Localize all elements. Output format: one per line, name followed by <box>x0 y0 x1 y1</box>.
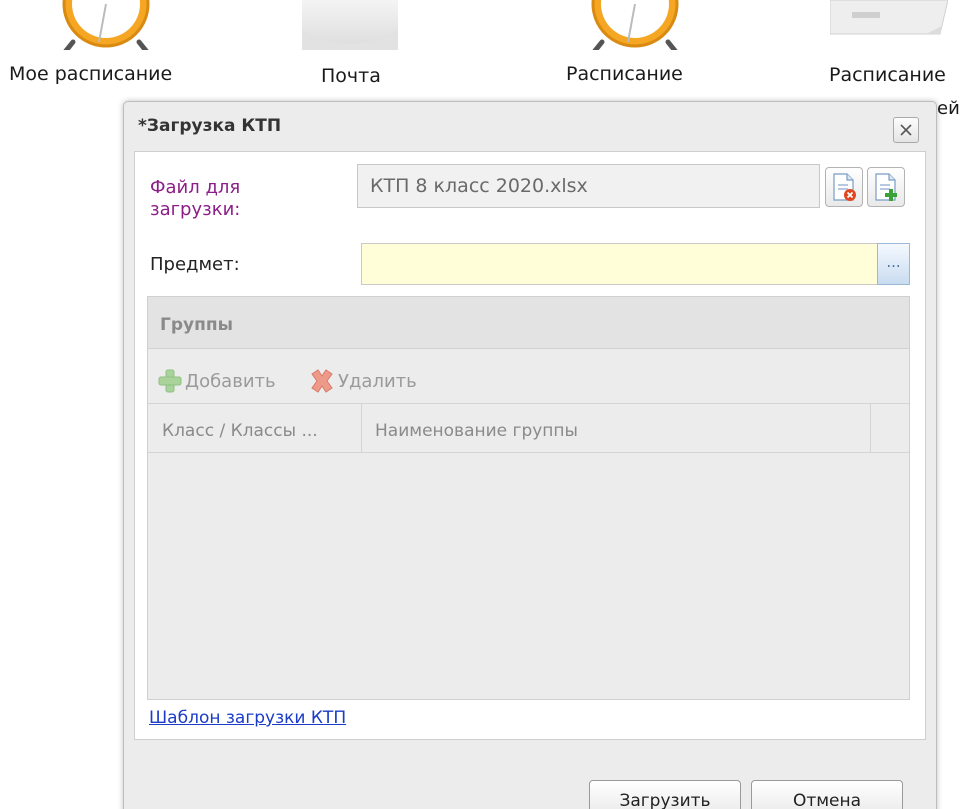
subject-label: Предмет: <box>150 254 240 275</box>
column-header-class[interactable]: Класс / Классы ... <box>162 421 318 441</box>
alarm-clock-icon <box>51 0 161 50</box>
add-group-button[interactable]: Добавить <box>157 368 276 394</box>
add-group-label: Добавить <box>185 370 276 392</box>
alarm-clock-icon <box>580 0 690 50</box>
add-file-button[interactable] <box>867 167 905 207</box>
groups-header <box>148 297 909 349</box>
column-divider <box>870 404 871 452</box>
delete-group-label: Удалить <box>338 370 417 392</box>
dialog-title: *Загрузка КТП <box>138 116 282 136</box>
plus-icon <box>158 369 182 393</box>
cancel-button[interactable]: Отмена <box>751 780 903 809</box>
file-label: Файл для загрузки: <box>150 177 241 220</box>
groups-title: Группы <box>160 315 233 335</box>
file-add-icon <box>875 173 897 201</box>
clear-file-button[interactable] <box>825 167 863 207</box>
subject-input[interactable] <box>361 243 878 285</box>
desktop-icon-label: Расписание <box>566 63 683 85</box>
delete-icon <box>311 369 333 393</box>
column-divider <box>361 404 362 452</box>
mail-icon <box>302 0 398 52</box>
subject-browse-button[interactable]: ... <box>877 243 910 285</box>
delete-group-button[interactable]: Удалить <box>308 368 417 394</box>
groups-grid-body <box>148 453 909 699</box>
desktop-icon-label: Мое расписание <box>9 63 173 85</box>
desktop-icon-label: Расписание <box>829 64 946 86</box>
close-button[interactable] <box>893 117 919 143</box>
document-icon <box>830 0 948 40</box>
file-delete-icon <box>833 173 856 201</box>
upload-button[interactable]: Загрузить <box>589 780 741 809</box>
desktop-icon-label-overflow: ей <box>937 98 960 119</box>
template-download-link[interactable]: Шаблон загрузки КТП <box>149 708 346 728</box>
desktop-icon-label: Почта <box>321 65 381 87</box>
close-icon <box>900 124 912 136</box>
column-header-group-name[interactable]: Наименование группы <box>375 421 578 441</box>
file-input[interactable] <box>357 164 820 208</box>
